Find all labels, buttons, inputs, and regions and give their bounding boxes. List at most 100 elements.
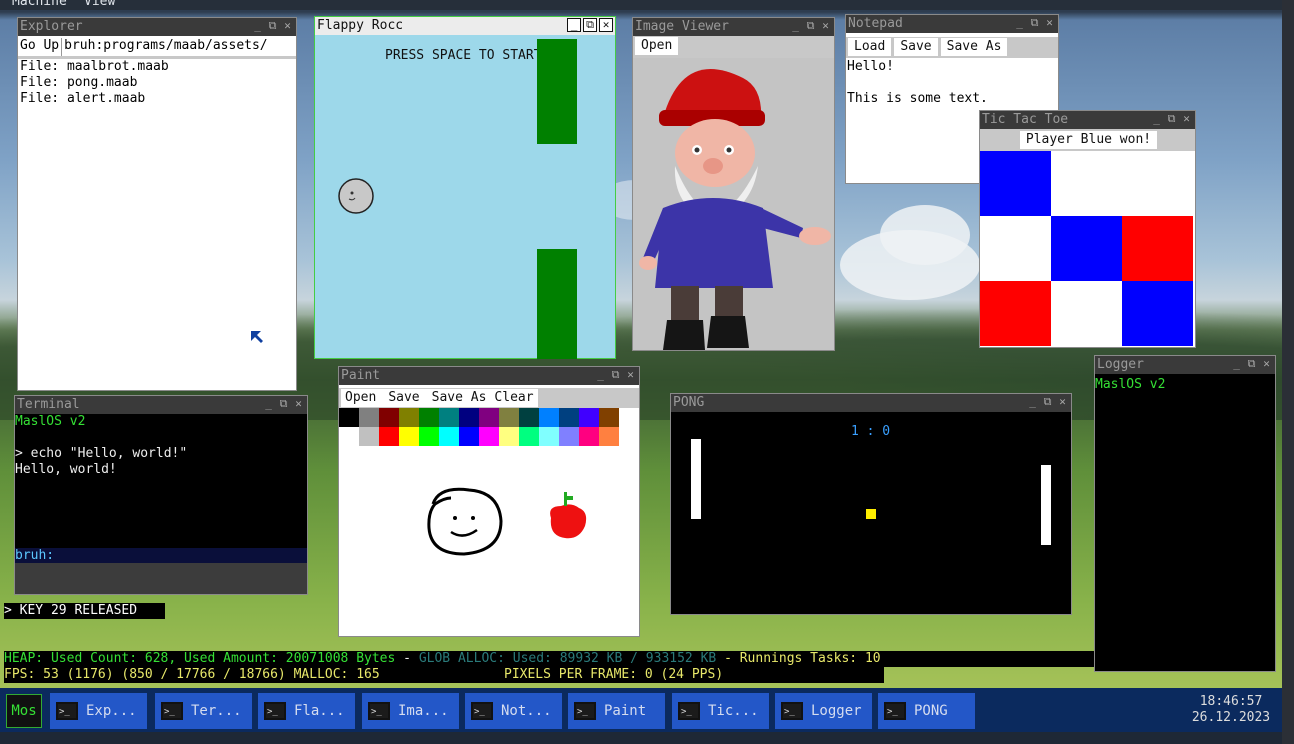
flappy-titlebar[interactable]: Flappy Rocc _ ⧉ ✕	[315, 17, 615, 36]
pong-canvas[interactable]: 1 : 0	[671, 412, 1071, 614]
pong-titlebar[interactable]: PONG _ ⧉ ✕	[671, 394, 1071, 412]
taskbar-item[interactable]: Ter...	[155, 692, 252, 732]
board-cell[interactable]	[980, 216, 1051, 281]
flappy-canvas[interactable]: PRESS SPACE TO START	[315, 35, 615, 359]
logger-titlebar[interactable]: Logger _ ⧉ ✕	[1095, 356, 1275, 374]
board-cell[interactable]	[1051, 151, 1122, 216]
close-icon[interactable]: ✕	[1260, 357, 1273, 370]
open-button[interactable]: Open	[341, 389, 381, 407]
close-icon[interactable]: ✕	[599, 18, 613, 32]
pong-window[interactable]: PONG _ ⧉ ✕ 1 : 0	[670, 393, 1072, 615]
palette-color-swatch[interactable]	[439, 408, 459, 427]
maximize-icon[interactable]: ⧉	[1245, 357, 1258, 370]
terminal-titlebar[interactable]: Terminal _ ⧉ ✕	[15, 396, 307, 414]
board-cell[interactable]	[1051, 216, 1122, 281]
explorer-titlebar[interactable]: Explorer _ ⧉ ✕	[18, 18, 296, 36]
board-cell[interactable]	[1122, 281, 1193, 346]
close-icon[interactable]: ✕	[1180, 112, 1193, 125]
minimize-icon[interactable]: _	[789, 19, 802, 32]
palette-color-swatch[interactable]	[419, 408, 439, 427]
palette-color-swatch[interactable]	[539, 427, 559, 446]
palette-color-swatch[interactable]	[539, 408, 559, 427]
board-cell[interactable]	[1122, 151, 1193, 216]
taskbar-item[interactable]: Ima...	[362, 692, 459, 732]
image-viewer-titlebar[interactable]: Image Viewer _ ⧉ ✕	[633, 18, 834, 36]
palette-color-swatch[interactable]	[579, 427, 599, 446]
close-icon[interactable]: ✕	[1056, 395, 1069, 408]
menu-machine[interactable]: Machine	[12, 0, 67, 9]
taskbar-item[interactable]: Tic...	[672, 692, 769, 732]
palette-color-swatch[interactable]	[379, 427, 399, 446]
path-field[interactable]: bruh:programs/maab/assets/	[62, 38, 270, 56]
close-icon[interactable]: ✕	[624, 368, 637, 381]
maximize-icon[interactable]: ⧉	[804, 19, 817, 32]
palette-color-swatch[interactable]	[479, 427, 499, 446]
palette-color-swatch[interactable]	[399, 427, 419, 446]
maximize-icon[interactable]: ⧉	[1165, 112, 1178, 125]
terminal-window[interactable]: Terminal _ ⧉ ✕ MaslOS v2 > echo "Hello, wo…	[14, 395, 308, 595]
taskbar-item[interactable]: Fla...	[258, 692, 355, 732]
file-item[interactable]: File: pong.maab	[20, 75, 294, 91]
file-item[interactable]: File: alert.maab	[20, 91, 294, 107]
palette-color-swatch[interactable]	[399, 408, 419, 427]
terminal-input[interactable]: bruh:	[15, 548, 307, 563]
close-icon[interactable]: ✕	[281, 19, 294, 32]
save-as-button[interactable]: Save As	[940, 38, 1008, 56]
close-icon[interactable]: ✕	[292, 397, 305, 410]
palette-color-swatch[interactable]	[359, 427, 379, 446]
maximize-icon[interactable]: ⧉	[277, 397, 290, 410]
maximize-icon[interactable]: ⧉	[1028, 16, 1041, 29]
logger-window[interactable]: Logger _ ⧉ ✕ MaslOS v2	[1094, 355, 1276, 672]
palette-color-swatch[interactable]	[559, 427, 579, 446]
palette-color-swatch[interactable]	[459, 408, 479, 427]
paint-canvas[interactable]	[339, 446, 639, 636]
save-button[interactable]: Save	[380, 389, 428, 407]
palette-color-swatch[interactable]	[579, 408, 599, 427]
file-item[interactable]: File: maalbrot.maab	[20, 59, 294, 75]
palette-color-swatch[interactable]	[339, 427, 359, 446]
palette-color-swatch[interactable]	[339, 408, 359, 427]
palette-color-swatch[interactable]	[359, 408, 379, 427]
palette-color-swatch[interactable]	[499, 427, 519, 446]
minimize-icon[interactable]: _	[567, 18, 581, 32]
board-cell[interactable]	[1051, 281, 1122, 346]
start-button[interactable]: Mos	[6, 694, 42, 728]
close-icon[interactable]: ✕	[1043, 16, 1056, 29]
minimize-icon[interactable]: _	[1026, 395, 1039, 408]
palette-color-swatch[interactable]	[519, 427, 539, 446]
minimize-icon[interactable]: _	[262, 397, 275, 410]
maximize-icon[interactable]: ⧉	[1041, 395, 1054, 408]
palette-color-swatch[interactable]	[379, 408, 399, 427]
palette-color-swatch[interactable]	[459, 427, 479, 446]
tictactoe-board[interactable]	[980, 151, 1193, 346]
load-button[interactable]: Load	[848, 38, 892, 56]
open-button[interactable]: Open	[635, 37, 679, 55]
explorer-window[interactable]: Explorer _ ⧉ ✕ Go Up bruh:programs/maab/as…	[17, 17, 297, 391]
clear-button[interactable]: Clear	[490, 389, 538, 407]
save-as-button[interactable]: Save As	[427, 389, 491, 407]
taskbar-item[interactable]: Not...	[465, 692, 562, 732]
palette-color-swatch[interactable]	[519, 408, 539, 427]
palette-color-swatch[interactable]	[499, 408, 519, 427]
board-cell[interactable]	[980, 281, 1051, 346]
minimize-icon[interactable]: _	[251, 19, 264, 32]
palette-color-swatch[interactable]	[599, 408, 619, 427]
go-up-button[interactable]: Go Up	[18, 38, 63, 56]
board-cell[interactable]	[980, 151, 1051, 216]
maximize-icon[interactable]: ⧉	[266, 19, 279, 32]
flappy-window[interactable]: Flappy Rocc _ ⧉ ✕ PRESS SPACE TO START	[314, 16, 616, 359]
maximize-icon[interactable]: ⧉	[609, 368, 622, 381]
taskbar-item[interactable]: PONG	[878, 692, 975, 732]
minimize-icon[interactable]: _	[1013, 16, 1026, 29]
paint-titlebar[interactable]: Paint _ ⧉ ✕	[339, 367, 639, 385]
minimize-icon[interactable]: _	[1230, 357, 1243, 370]
close-icon[interactable]: ✕	[819, 19, 832, 32]
board-cell[interactable]	[1122, 216, 1193, 281]
minimize-icon[interactable]: _	[594, 368, 607, 381]
palette-color-swatch[interactable]	[419, 427, 439, 446]
maximize-icon[interactable]: ⧉	[583, 18, 597, 32]
tictactoe-window[interactable]: Tic Tac Toe _ ⧉ ✕ Player Blue won!	[979, 110, 1196, 348]
tictactoe-titlebar[interactable]: Tic Tac Toe _ ⧉ ✕	[980, 111, 1195, 129]
paint-window[interactable]: Paint _ ⧉ ✕ Open Save Save As Clear	[338, 366, 640, 637]
minimize-icon[interactable]: _	[1150, 112, 1163, 125]
